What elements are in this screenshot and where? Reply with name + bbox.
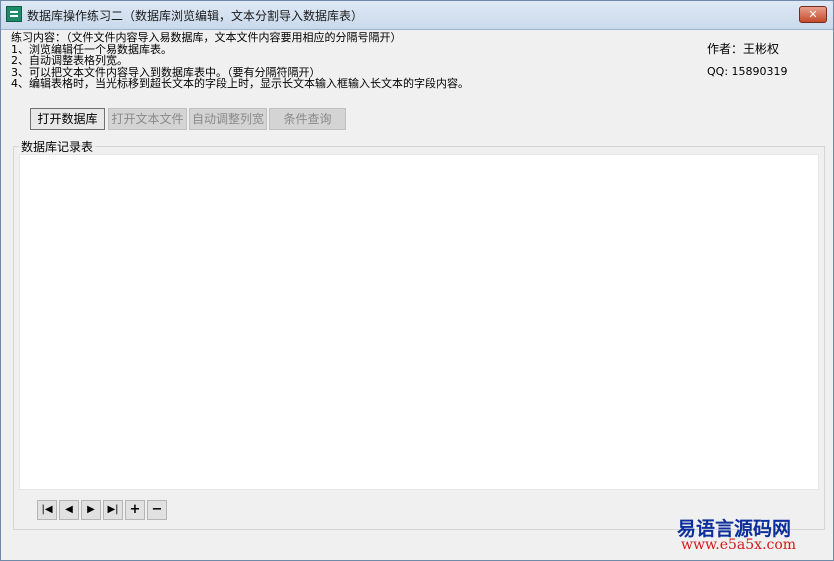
description-line: 2、自动调整表格列宽。: [11, 54, 128, 67]
description-line: 4、编辑表格时，当光标移到超长文本的字段上时，显示长文本输入框输入长文本的字段内…: [11, 77, 469, 90]
auto-column-width-button[interactable]: 自动调整列宽: [189, 108, 267, 130]
records-table[interactable]: [19, 154, 819, 490]
last-record-icon[interactable]: ▶|: [103, 500, 123, 520]
first-record-icon[interactable]: |◀: [37, 500, 57, 520]
next-record-icon[interactable]: ▶: [81, 500, 101, 520]
main-window: 数据库操作练习二（数据库浏览编辑，文本分割导入数据库表） ✕ 练习内容：（文件文…: [0, 0, 834, 561]
close-button[interactable]: ✕: [799, 6, 827, 23]
client-area: 练习内容：（文件文件内容导入易数据库，文本文件内容要用相应的分隔号隔开） 1、浏…: [1, 30, 833, 560]
condition-query-button[interactable]: 条件查询: [269, 108, 346, 130]
app-icon: [6, 6, 22, 22]
description-line: 练习内容：（文件文件内容导入易数据库，文本文件内容要用相应的分隔号隔开）: [11, 31, 402, 44]
qq-label: QQ: 15890319: [707, 65, 788, 78]
title-bar[interactable]: 数据库操作练习二（数据库浏览编辑，文本分割导入数据库表） ✕: [1, 1, 833, 30]
author-label: 作者：王彬权: [707, 42, 780, 56]
open-text-file-button[interactable]: 打开文本文件: [108, 108, 187, 130]
open-database-button[interactable]: 打开数据库: [30, 108, 105, 130]
add-record-icon[interactable]: +: [125, 500, 145, 520]
delete-record-icon[interactable]: −: [147, 500, 167, 520]
window-title: 数据库操作练习二（数据库浏览编辑，文本分割导入数据库表）: [27, 9, 364, 23]
watermark-url: www.e5a5x.com: [681, 537, 797, 553]
description-text: 练习内容：（文件文件内容导入易数据库，文本文件内容要用相应的分隔号隔开） 1、浏…: [11, 32, 469, 90]
previous-record-icon[interactable]: ◀: [59, 500, 79, 520]
records-group-label: 数据库记录表: [19, 138, 96, 155]
